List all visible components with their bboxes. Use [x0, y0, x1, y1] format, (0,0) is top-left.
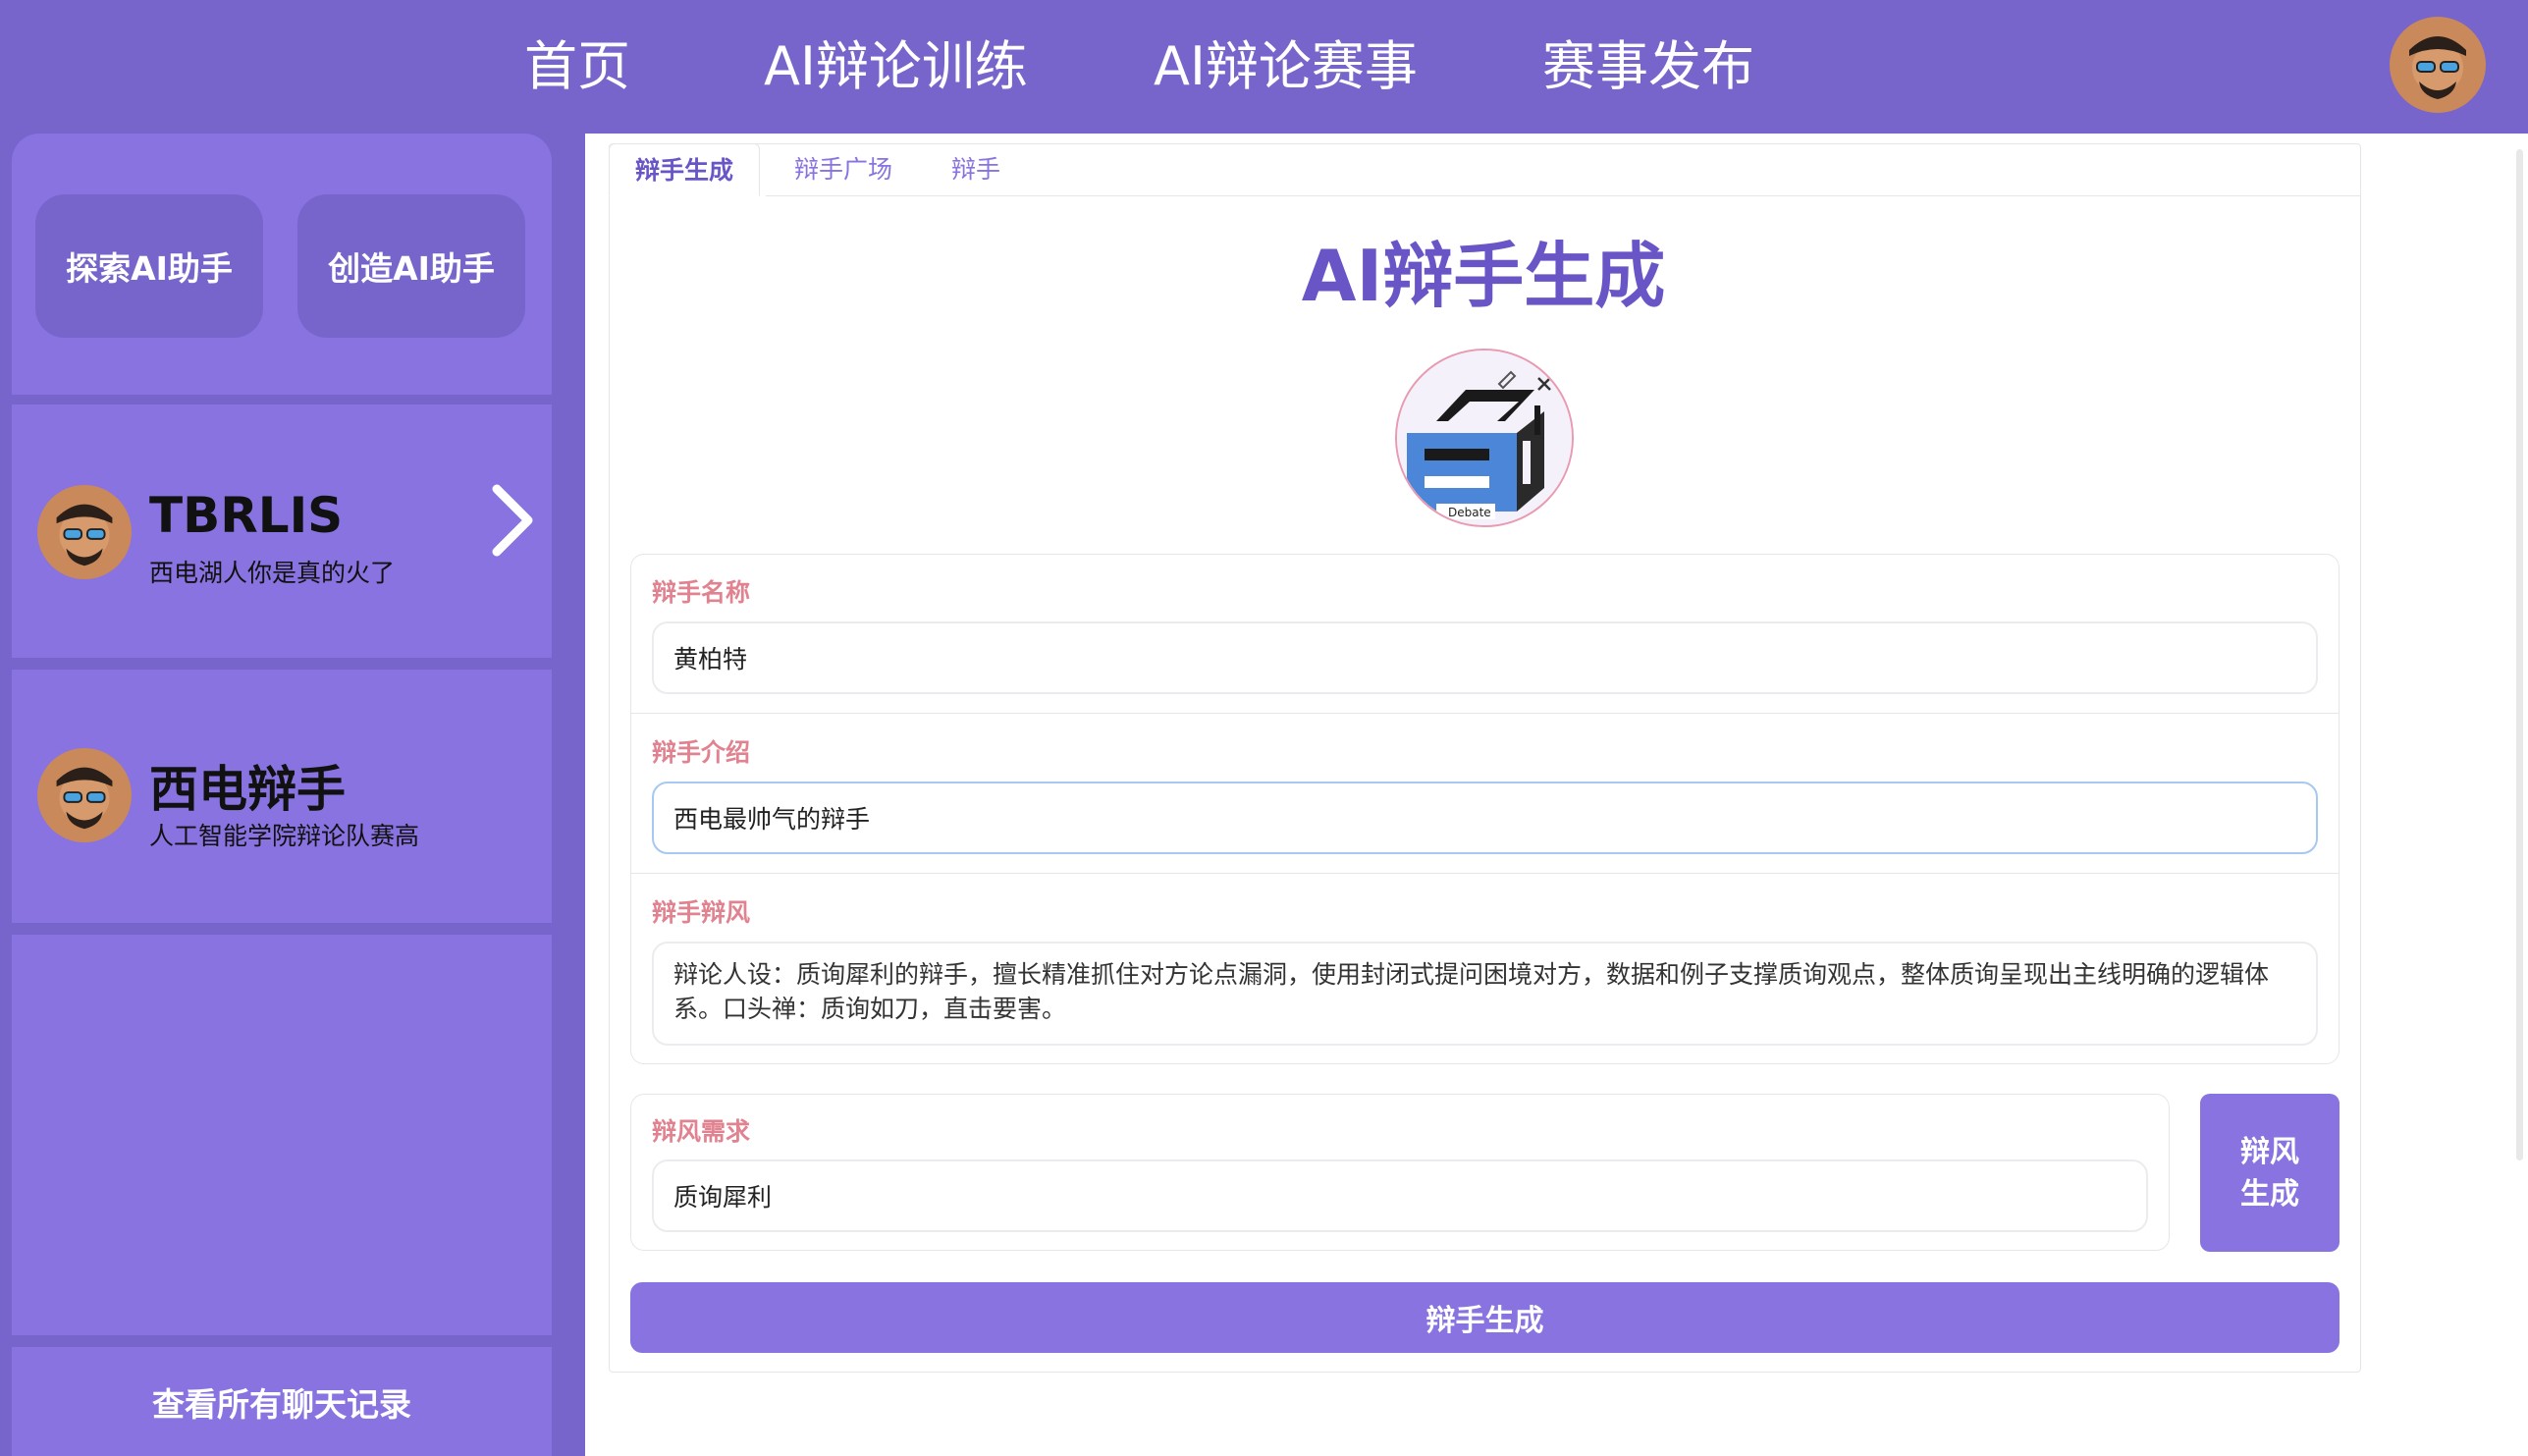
empty-chat-slot — [12, 935, 552, 1335]
chat-name: 西电辩手 — [149, 761, 346, 818]
debater-intro-input[interactable]: 西电最帅气的辩手 — [652, 782, 2318, 854]
nav-ai-debate-training[interactable]: AI辩论训练 — [764, 0, 1028, 134]
style-generate-button[interactable]: 辩风生成 — [2200, 1094, 2340, 1252]
style-generate-button-label: 辩风生成 — [2240, 1134, 2299, 1212]
chat-item-xidian-debater[interactable]: 西电辩手 人工智能学院辩论队赛高 — [12, 670, 552, 923]
debater-logo[interactable]: Debate — [1395, 349, 1574, 527]
chat-subtitle: 西电湖人你是真的火了 — [149, 559, 396, 587]
debater-name-label: 辩手名称 — [652, 578, 751, 607]
logo-caption: Debate — [1448, 506, 1491, 519]
debater-style-label: 辩手辩风 — [652, 898, 751, 927]
top-navigation-bar: 首页 AI辩论训练 AI辩论赛事 赛事发布 — [0, 0, 2528, 134]
chat-avatar — [37, 485, 132, 579]
form-divider — [631, 713, 2339, 714]
nav-ai-debate-competition[interactable]: AI辩论赛事 — [1154, 0, 1418, 134]
page-title: AI辩手生成 — [1301, 235, 1666, 317]
debater-style-textarea[interactable]: 辩论人设：质询犀利的辩手，擅长精准抓住对方论点漏洞，使用封闭式提问困境对方，数据… — [652, 942, 2318, 1046]
tab-debater-square[interactable]: 辩手广场 — [794, 143, 892, 196]
view-all-chat-records-button[interactable]: 查看所有聊天记录 — [12, 1347, 552, 1456]
debater-generate-button[interactable]: 辩手生成 — [630, 1282, 2340, 1353]
debater-name-input[interactable]: 黄柏特 — [652, 621, 2318, 694]
tab-debater[interactable]: 辩手 — [951, 143, 1000, 196]
nav-home[interactable]: 首页 — [524, 0, 630, 134]
nav-competition-publish[interactable]: 赛事发布 — [1542, 0, 1754, 134]
style-demand-input[interactable]: 质询犀利 — [652, 1159, 2148, 1232]
style-demand-label: 辩风需求 — [652, 1117, 751, 1146]
chevron-right-icon[interactable] — [483, 481, 542, 560]
chat-name: TBRLIS — [149, 487, 344, 544]
chat-item-tbrlis[interactable]: TBRLIS 西电湖人你是真的火了 — [12, 404, 552, 658]
sidebar: 探索AI助手 创造AI助手 TBRLIS 西电湖人你是真的火了 西电辩手 人工智… — [0, 134, 585, 1456]
form-divider — [631, 873, 2339, 874]
tab-underline — [766, 195, 2361, 196]
user-avatar[interactable] — [2390, 17, 2486, 113]
chat-subtitle: 人工智能学院辩论队赛高 — [149, 822, 420, 850]
tab-debater-generate[interactable]: 辩手生成 — [609, 143, 761, 196]
debater-intro-label: 辩手介绍 — [652, 738, 751, 767]
chat-avatar — [37, 748, 132, 842]
